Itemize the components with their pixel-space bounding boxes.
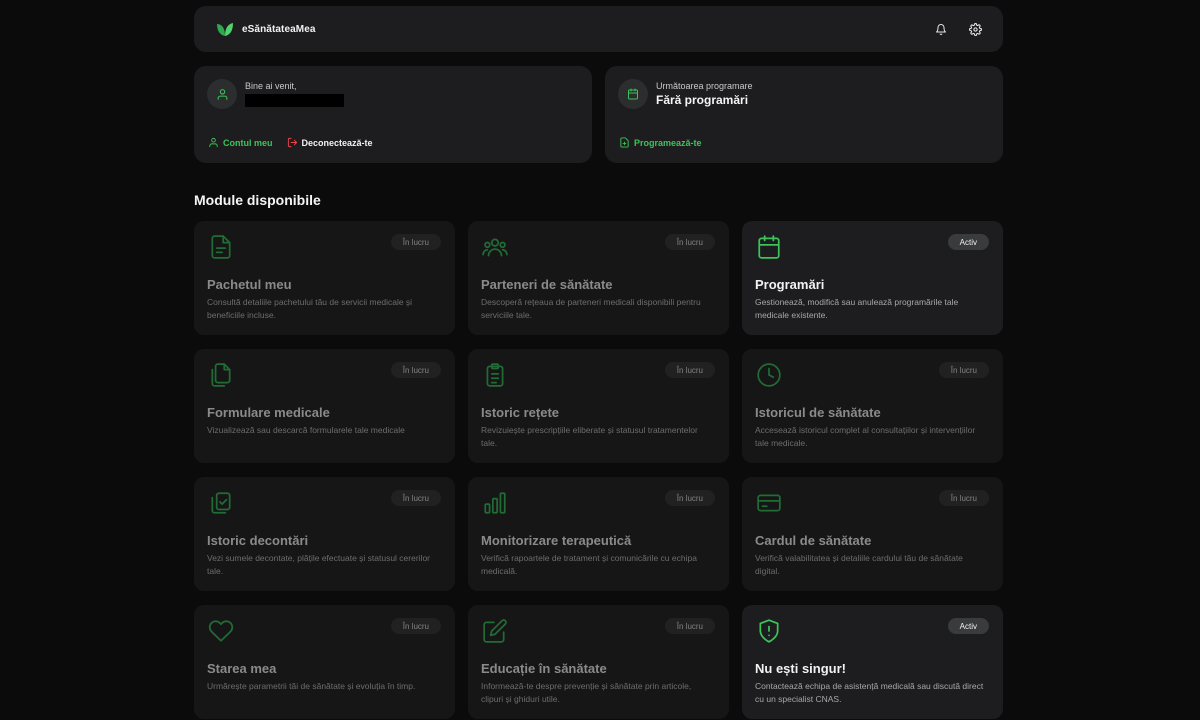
notifications-button[interactable] — [933, 21, 949, 37]
status-badge: În lucru — [664, 234, 715, 250]
settings-button[interactable] — [967, 21, 983, 37]
module-title: Formulare medicale — [207, 405, 330, 420]
module-card-istoric-retete[interactable]: În lucru Istoric rețete Revizuiește prescr… — [468, 349, 729, 463]
calendar-icon — [756, 234, 784, 262]
module-title: Programări — [755, 277, 825, 292]
welcome-text: Bine ai venit, — [245, 81, 297, 91]
module-card-parteneri-de-sanatate[interactable]: În lucru Parteneri de sănătate Descoperă r… — [468, 221, 729, 335]
bar-chart-icon — [482, 490, 510, 518]
status-badge: În lucru — [938, 362, 989, 378]
calendar-icon — [628, 88, 638, 100]
module-card-cardul-de-sanatate[interactable]: În lucru Cardul de sănătate Verifică valab… — [742, 477, 1003, 591]
copy-check-icon — [208, 490, 236, 518]
module-description: Consultă detaliile pachetului tău de ser… — [207, 297, 413, 320]
module-title: Parteneri de sănătate — [481, 277, 613, 292]
module-title: Cardul de sănătate — [755, 533, 872, 548]
module-title: Starea mea — [207, 661, 277, 676]
brand-name: eSănătateaMea — [242, 23, 316, 35]
module-description: Verifică rapoartele de tratament și comu… — [481, 553, 697, 576]
users-icon — [482, 234, 510, 262]
shield-alert-icon — [756, 618, 784, 646]
module-description: Urmărește parametrii tăi de sănătate și … — [207, 681, 416, 691]
module-title: Nu ești singur! — [755, 661, 847, 676]
module-description: Revizuiește prescripțiile eliberate și s… — [481, 425, 698, 448]
top-bar: eSănătateaMea — [194, 6, 1003, 52]
module-description: Descoperă rețeaua de parteneri medicali … — [481, 297, 701, 320]
module-title: Pachetul meu — [207, 277, 292, 292]
module-title: Istoric decontări — [207, 533, 309, 548]
status-badge: În lucru — [390, 490, 441, 506]
module-card-pachetul-meu[interactable]: În lucru Pachetul meu Consultă detaliile p… — [194, 221, 455, 335]
heart-icon — [208, 618, 236, 646]
my-account-link[interactable]: Contul meu — [208, 137, 273, 148]
logout-label: Deconectează-te — [301, 137, 373, 148]
status-badge: În lucru — [664, 618, 715, 634]
redacted-username — [245, 94, 344, 107]
status-badge: În lucru — [390, 618, 441, 634]
schedule-label: Programează-te — [634, 137, 702, 148]
module-card-monitorizare-terapeutica[interactable]: În lucru Monitorizare terapeutică Verifică… — [468, 477, 729, 591]
modules-grid: În lucru Pachetul meu Consultă detaliile p… — [194, 221, 1003, 719]
bell-icon — [936, 23, 946, 35]
module-card-istoricul-de-sanatate[interactable]: În lucru Istoricul de sănătate Accesează i… — [742, 349, 1003, 463]
document-icon — [208, 234, 236, 262]
logout-icon — [287, 137, 297, 148]
status-badge: În lucru — [390, 234, 441, 250]
status-badge: În lucru — [664, 362, 715, 378]
module-card-starea-mea[interactable]: În lucru Starea mea Urmărește parametrii t… — [194, 605, 455, 719]
avatar — [207, 79, 237, 109]
status-badge: În lucru — [390, 362, 441, 378]
status-badge: În lucru — [664, 490, 715, 506]
module-description: Verifică valabilitatea și detaliile card… — [755, 553, 963, 576]
user-icon — [209, 137, 218, 148]
leaf-logo-icon — [217, 23, 233, 36]
edit-icon — [482, 618, 510, 646]
module-card-programari[interactable]: Activ Programări Gestionează, modifică sau… — [742, 221, 1003, 335]
module-description: Vezi sumele decontate, plățile efectuate… — [207, 553, 431, 576]
next-appointment-card: Următoarea programare Fără programări Pr… — [605, 66, 1003, 163]
module-description: Vizualizează sau descarcă formularele ta… — [207, 425, 405, 435]
account-card: Bine ai venit, Contul meu Deconectează-t… — [194, 66, 592, 163]
status-badge: În lucru — [938, 490, 989, 506]
module-description: Informează-te despre prevenție și sănăta… — [481, 681, 692, 704]
next-appointment-label: Următoarea programare — [656, 81, 753, 91]
clipboard-icon — [482, 362, 510, 390]
status-badge: Activ — [947, 618, 989, 634]
module-title: Monitorizare terapeutică — [481, 533, 632, 548]
brand[interactable]: eSănătateaMea — [216, 21, 316, 37]
my-account-label: Contul meu — [223, 137, 273, 148]
status-badge: Activ — [947, 234, 989, 250]
files-icon — [208, 362, 236, 390]
module-description: Gestionează, modifică sau anulează progr… — [755, 297, 959, 320]
clock-icon — [756, 362, 784, 390]
page: eSănătateaMea Bine ai venit, Contul meu … — [194, 6, 1003, 719]
module-title: Istoric rețete — [481, 405, 560, 420]
next-appointment-value: Fără programări — [656, 93, 749, 107]
section-title: Module disponibile — [194, 192, 321, 208]
credit-card-icon — [756, 490, 784, 518]
module-title: Istoricul de sănătate — [755, 405, 881, 420]
module-title: Educație în sănătate — [481, 661, 607, 676]
calendar-plus-icon — [620, 137, 629, 148]
module-description: Contactează echipa de asistență medicală… — [755, 681, 984, 704]
gear-icon — [968, 22, 982, 36]
schedule-link[interactable]: Programează-te — [619, 137, 702, 148]
logout-link[interactable]: Deconectează-te — [287, 137, 373, 148]
module-description: Accesează istoricul complet al consultaț… — [755, 425, 976, 448]
user-icon — [217, 88, 227, 100]
module-card-nu-esti-singur[interactable]: Activ Nu ești singur! Contactează echipa d… — [742, 605, 1003, 719]
calendar-badge — [618, 79, 648, 109]
module-card-istoric-decontari[interactable]: În lucru Istoric decontări Vezi sumele dec… — [194, 477, 455, 591]
module-card-educatie-in-sanatate[interactable]: În lucru Educație în sănătate Informează-t… — [468, 605, 729, 719]
module-card-formulare-medicale[interactable]: În lucru Formulare medicale Vizualizează s… — [194, 349, 455, 463]
